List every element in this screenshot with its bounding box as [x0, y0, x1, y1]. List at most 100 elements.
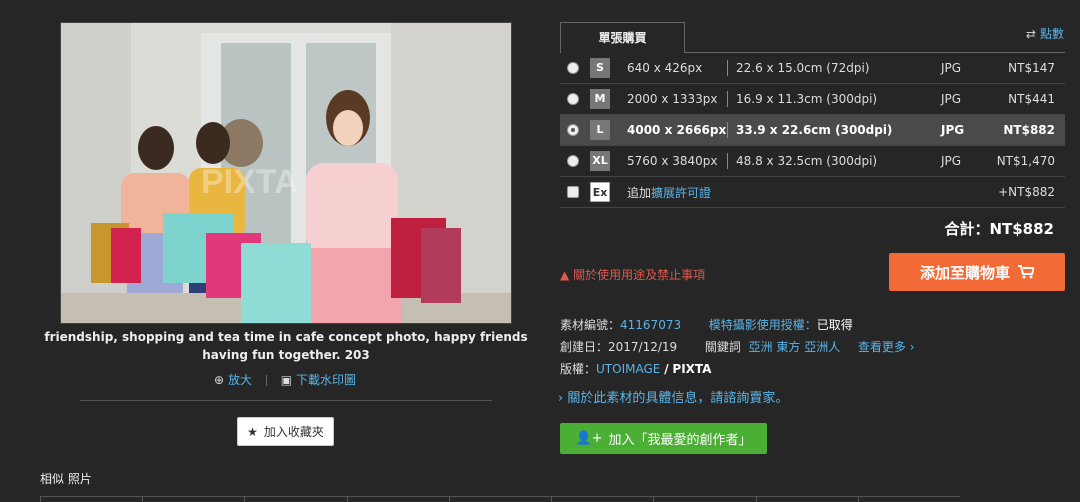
divider — [727, 91, 728, 107]
pixel-dimensions: 4000 x 2666px — [627, 123, 727, 137]
user-plus-icon: 👤+ — [575, 431, 603, 446]
size-badge: XL — [590, 151, 610, 171]
keyword-link[interactable]: 亞洲人 — [804, 340, 840, 354]
size-options: S 640 x 426px 22.6 x 15.0cm (72dpi) JPG … — [560, 53, 1065, 208]
divider-line — [80, 400, 492, 401]
radio-m[interactable] — [567, 93, 579, 105]
usage-warning-link[interactable]: ▲ 關於使用用途及禁止事項 — [560, 266, 705, 283]
keywords-label: 關鍵詞 — [704, 340, 741, 354]
pixel-dimensions: 2000 x 1333px — [627, 92, 718, 106]
size-row-l[interactable]: L 4000 x 2666px 33.9 x 22.6cm (300dpi) J… — [560, 115, 1065, 146]
meta-line-date: 創建日：2017/12/19 關鍵詞 亞洲 東方 亞洲人 查看更多 › — [560, 338, 915, 355]
swap-arrows-icon: ⇄ — [1025, 27, 1036, 41]
copyright-label: 版權： — [560, 362, 597, 376]
print-dimensions: 22.6 x 15.0cm (72dpi) — [736, 61, 870, 75]
total-value: NT$882 — [989, 220, 1054, 238]
thumb-cell[interactable] — [857, 497, 960, 502]
thumb-cell[interactable] — [755, 497, 858, 502]
keyword-link[interactable]: 東方 — [776, 340, 800, 354]
id-label: 素材編號： — [560, 318, 621, 332]
divider — [727, 60, 728, 76]
add-to-favorites-button[interactable]: ★ 加入收藏夾 — [237, 417, 334, 446]
print-dimensions: 48.8 x 32.5cm (300dpi) — [736, 154, 878, 168]
copyright-owner-link[interactable]: UTOIMAGE — [596, 362, 660, 376]
date-value: 2017/12/19 — [608, 340, 678, 354]
size-badge: S — [590, 58, 610, 78]
total-price: 合計：NT$882 — [944, 218, 1054, 239]
divider — [727, 153, 728, 169]
stock-photo[interactable]: PIXTA — [60, 22, 512, 324]
extended-license-link[interactable]: 擴展許可證 — [651, 186, 711, 200]
release-label[interactable]: 模特攝影使用授權： — [709, 318, 817, 332]
size-row-xl[interactable]: XL 5760 x 3840px 48.8 x 32.5cm (300dpi) … — [560, 146, 1065, 177]
divider — [265, 375, 267, 386]
zoom-label: 放大 — [228, 373, 253, 387]
file-format: JPG — [941, 123, 965, 137]
add-favorite-creator-button[interactable]: 👤+ 加入「我最愛的創作者」 — [560, 423, 767, 454]
size-row-s[interactable]: S 640 x 426px 22.6 x 15.0cm (72dpi) JPG … — [560, 53, 1065, 84]
radio-xl[interactable] — [567, 155, 579, 167]
download-label: 下載水印圖 — [296, 373, 357, 387]
photo-actions: ⊕ 放大 ▣ 下載水印圖 — [0, 371, 570, 388]
pixel-dimensions: 5760 x 3840px — [627, 154, 718, 168]
compare-label: 點數 — [1039, 27, 1064, 41]
divider — [727, 122, 728, 138]
extended-license-row[interactable]: Ex 追加擴展許可證 +NT$882 — [560, 177, 1065, 208]
cart-label: 添加至購物車 — [919, 263, 1010, 282]
thumb-cell[interactable] — [448, 497, 551, 502]
file-format: JPG — [941, 61, 962, 75]
zoom-link[interactable]: ⊕ 放大 — [214, 373, 252, 387]
pixel-dimensions: 640 x 426px — [627, 61, 703, 75]
radio-l[interactable] — [567, 124, 579, 136]
inquire-label: 關於此素材的具體信息，請諮詢賣家。 — [567, 391, 789, 406]
extended-price: +NT$882 — [998, 185, 1055, 199]
size-badge: L — [590, 120, 610, 140]
photo-caption: friendship, shopping and tea time in caf… — [44, 330, 528, 362]
file-format: JPG — [941, 92, 962, 106]
print-dimensions: 33.9 x 22.6cm (300dpi) — [736, 123, 893, 137]
thumb-cell[interactable] — [346, 497, 449, 502]
thumb-cell[interactable] — [40, 497, 142, 502]
print-dimensions: 16.9 x 11.3cm (300dpi) — [736, 92, 878, 106]
image-icon: ▣ — [280, 373, 293, 387]
download-watermark-link[interactable]: ▣ 下載水印圖 — [281, 373, 356, 387]
copyright-agency: PIXTA — [672, 362, 712, 376]
extended-license-text: 追加擴展許可證 — [627, 184, 711, 201]
price: NT$882 — [1003, 123, 1055, 137]
copyright-separator: / — [664, 362, 669, 376]
page: PIXTA friendship, shopping and tea time … — [0, 0, 1080, 502]
id-value[interactable]: 41167073 — [620, 318, 681, 332]
watermark-text: PIXTA — [201, 163, 299, 201]
similar-photos-strip — [40, 496, 960, 502]
release-value: 已取得 — [816, 318, 853, 332]
price: NT$147 — [1008, 61, 1055, 75]
size-row-m[interactable]: M 2000 x 1333px 16.9 x 11.3cm (300dpi) J… — [560, 84, 1065, 115]
chevron-right-icon: › — [558, 391, 564, 406]
radio-s[interactable] — [567, 62, 579, 74]
creator-label: 加入「我最愛的創作者」 — [608, 433, 752, 448]
extended-prefix: 追加 — [627, 185, 652, 200]
file-format: JPG — [941, 154, 962, 168]
warning-icon: ▲ — [560, 268, 570, 282]
star-icon: ★ — [247, 424, 258, 439]
thumb-cell[interactable] — [142, 497, 244, 502]
tab-single-purchase[interactable]: 單張購買 — [560, 22, 685, 53]
keyword-link[interactable]: 亞洲 — [749, 340, 773, 354]
extended-license-checkbox[interactable] — [567, 186, 579, 198]
compare-link[interactable]: ⇄ 點數 — [1026, 25, 1064, 42]
inquire-seller-link[interactable]: › 關於此素材的具體信息，請諮詢賣家。 — [558, 387, 788, 406]
thumb-cell[interactable] — [551, 497, 653, 502]
favorites-label: 加入收藏夾 — [263, 425, 324, 439]
date-label: 創建日： — [560, 340, 609, 354]
add-to-cart-button[interactable]: 添加至購物車 — [889, 253, 1065, 291]
see-more-label: 查看更多 — [857, 340, 906, 354]
price: NT$441 — [1008, 92, 1055, 106]
extended-badge: Ex — [590, 182, 610, 202]
size-badge: M — [590, 89, 610, 109]
meta-line-copyright: 版權：UTOIMAGE / PIXTA — [560, 360, 711, 377]
total-label: 合計： — [944, 220, 990, 238]
thumb-cell[interactable] — [653, 497, 755, 502]
thumb-cell[interactable] — [244, 497, 346, 502]
see-more-link[interactable]: 查看更多 › — [858, 340, 915, 354]
cart-icon — [1018, 265, 1034, 279]
